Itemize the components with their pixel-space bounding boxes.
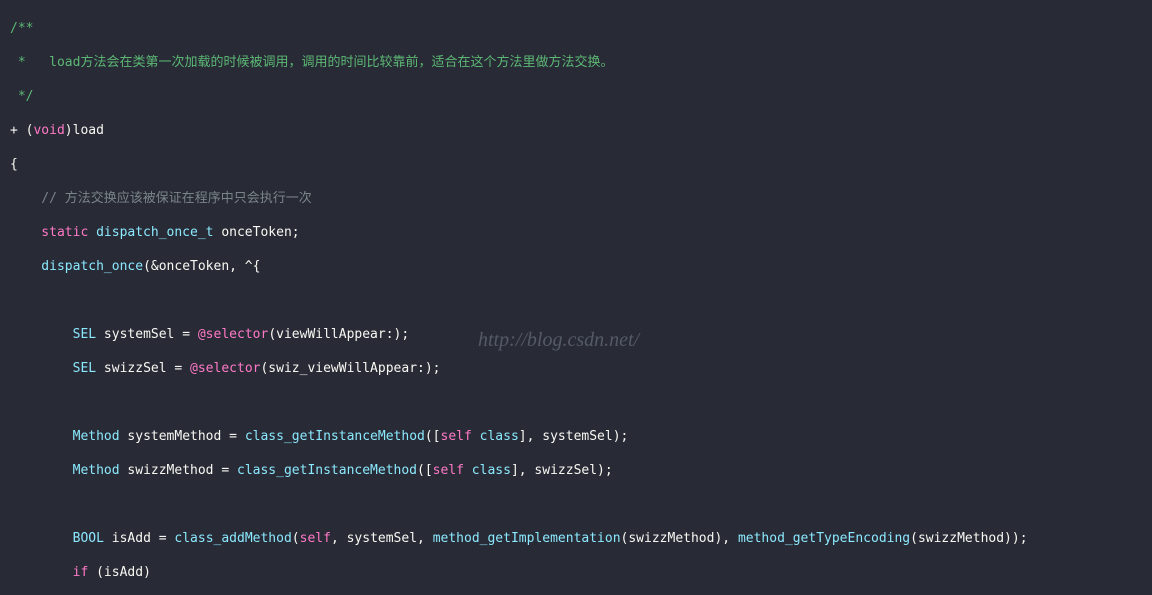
at-selector2: @selector (190, 361, 260, 376)
self-kw: self (441, 429, 472, 444)
is-add-decl: isAdd = (104, 531, 174, 546)
if-cond: (isAdd) (88, 565, 151, 580)
method-type2: Method (73, 463, 120, 478)
method-type: Method (73, 429, 120, 444)
sel-type: SEL (73, 327, 96, 342)
view-will-appear-sel: (viewWillAppear:); (268, 327, 409, 342)
open-brace: { (10, 157, 18, 172)
method-get-implementation: method_getImplementation (433, 531, 621, 546)
class-get-instance-method2: class_getInstanceMethod (237, 463, 417, 478)
code-editor[interactable]: /** * load方法会在类第一次加载的时候被调用，调用的时间比较靠前，适合在… (0, 0, 1152, 595)
swizz-sel-decl: swizzSel = (96, 361, 190, 376)
method-get-type-encoding: method_getTypeEncoding (738, 531, 910, 546)
void-keyword: void (33, 123, 64, 138)
class-get-instance-method: class_getInstanceMethod (245, 429, 425, 444)
system-method-decl: systemMethod = (120, 429, 245, 444)
sel-type2: SEL (73, 361, 96, 376)
method-plus: + ( (10, 123, 33, 138)
bool-type: BOOL (73, 531, 104, 546)
load-decl: )load (65, 123, 104, 138)
swizz-method-decl: swizzMethod = (120, 463, 237, 478)
doc-comment: /** (10, 21, 33, 36)
once-token: onceToken; (214, 225, 300, 240)
if-kw: if (10, 565, 88, 580)
swiz-view-will-appear-sel: (swiz_viewWillAppear:); (260, 361, 440, 376)
dispatch-once-args: (&onceToken, ^{ (143, 259, 260, 274)
doc-comment-body: * load方法会在类第一次加载的时候被调用，调用的时间比较靠前，适合在这个方法… (10, 55, 613, 70)
class-add-method: class_addMethod (174, 531, 291, 546)
at-selector: @selector (198, 327, 268, 342)
static-kw: static (10, 225, 96, 240)
doc-comment-end: */ (10, 89, 33, 104)
system-sel-decl: systemSel = (96, 327, 198, 342)
comment-line: // 方法交换应该被保证在程序中只会执行一次 (10, 191, 312, 206)
dispatch-once: dispatch_once (10, 259, 143, 274)
dispatch-once-t: dispatch_once_t (96, 225, 213, 240)
